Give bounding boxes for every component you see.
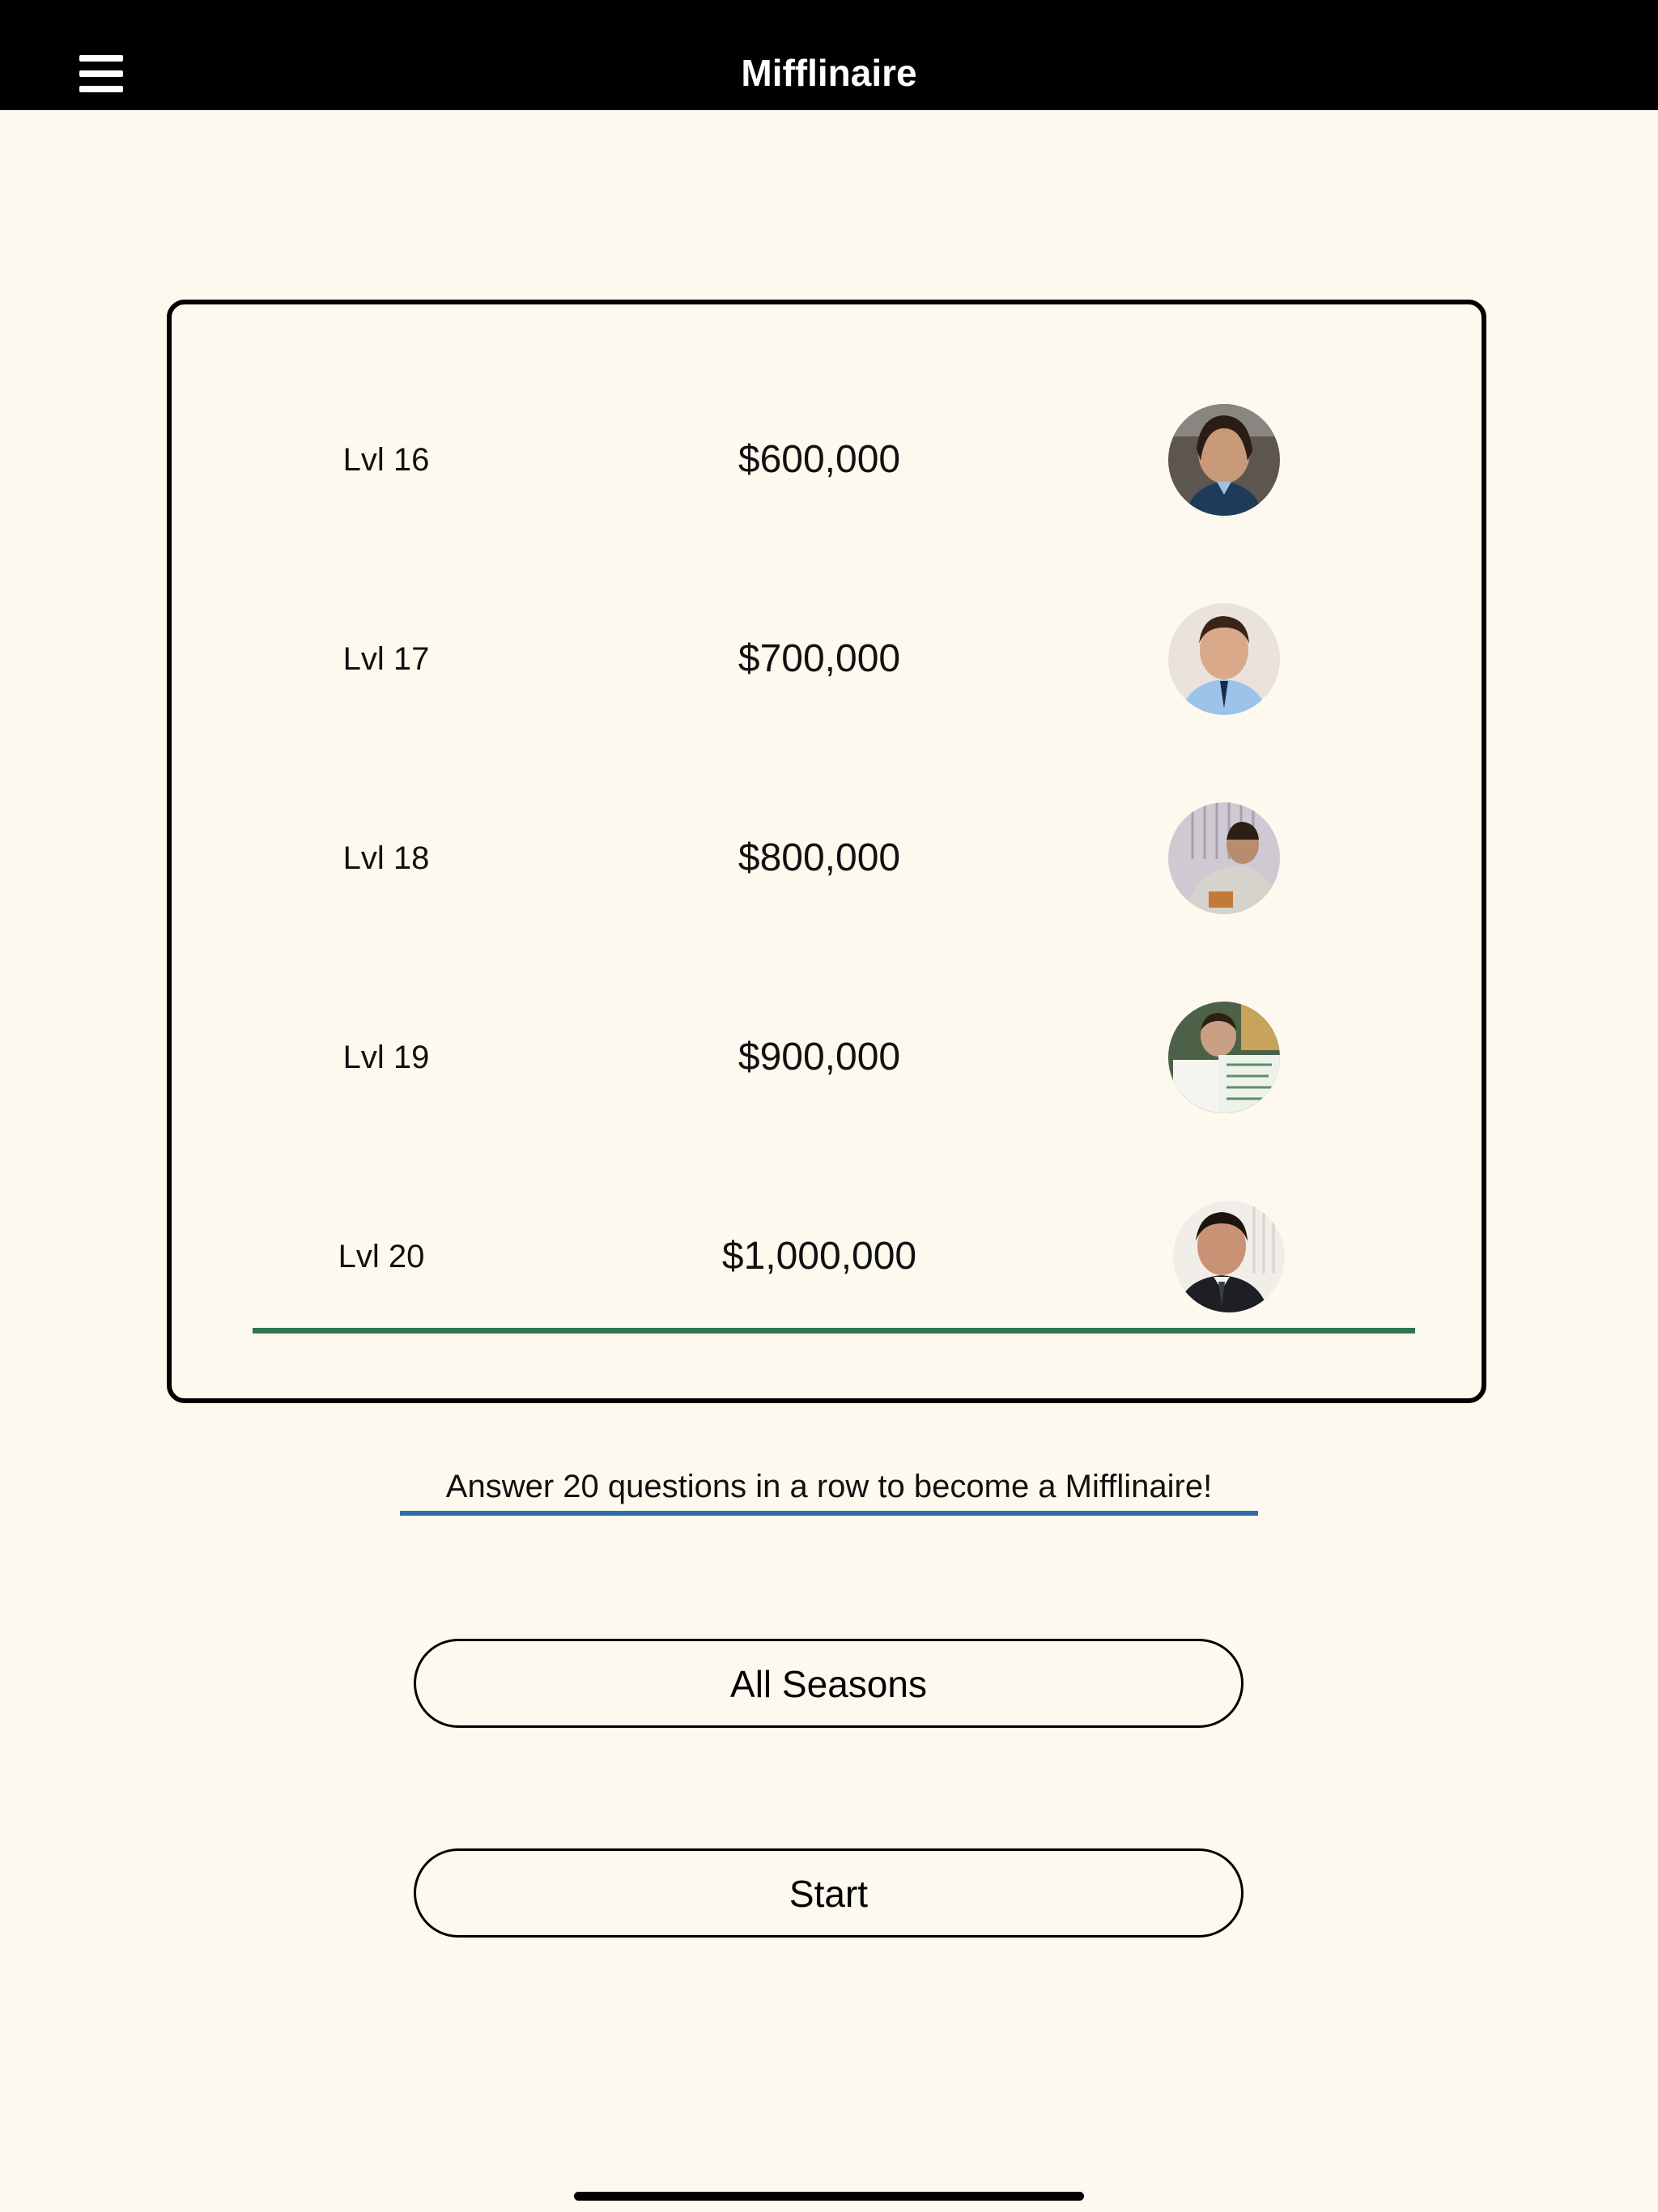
instructions-underline [400,1511,1258,1516]
instructions-text: Answer 20 questions in a row to become a… [445,1469,1213,1504]
prize-level-row: Lvl 17 $700,000 [172,602,1482,716]
season-select-button[interactable]: All Seasons [414,1639,1244,1728]
prize-amount: $800,000 [738,836,901,879]
character-avatar [1168,1002,1280,1113]
prize-amount: $1,000,000 [721,1235,917,1278]
prize-amount: $900,000 [738,1036,901,1078]
level-label: Lvl 17 [342,641,430,677]
prize-amount: $700,000 [738,637,901,680]
character-avatar [1168,404,1280,516]
top-navigation-bar: Mifflinaire [0,0,1658,110]
level-label: Lvl 20 [338,1239,425,1274]
app-title: Mifflinaire [741,52,917,94]
home-indicator [574,2192,1084,2201]
prize-level-row: Lvl 16 $600,000 [172,403,1482,517]
prize-amount: $600,000 [738,438,901,481]
character-avatar [1173,1201,1285,1312]
current-level-indicator-line [253,1328,1415,1334]
prize-level-row: Lvl 19 $900,000 [172,1001,1482,1114]
start-button[interactable]: Start [414,1848,1244,1938]
level-label: Lvl 18 [342,840,430,876]
level-label: Lvl 16 [342,442,430,478]
character-avatar [1168,603,1280,715]
character-avatar [1168,802,1280,914]
prize-level-row: Lvl 20 $1,000,000 [172,1200,1482,1313]
prize-level-row: Lvl 18 $800,000 [172,802,1482,915]
level-label: Lvl 19 [342,1040,430,1075]
prize-ladder-panel: Lvl 16 $600,000 Lvl 17 $700,000 Lvl 18 $… [167,300,1486,1403]
